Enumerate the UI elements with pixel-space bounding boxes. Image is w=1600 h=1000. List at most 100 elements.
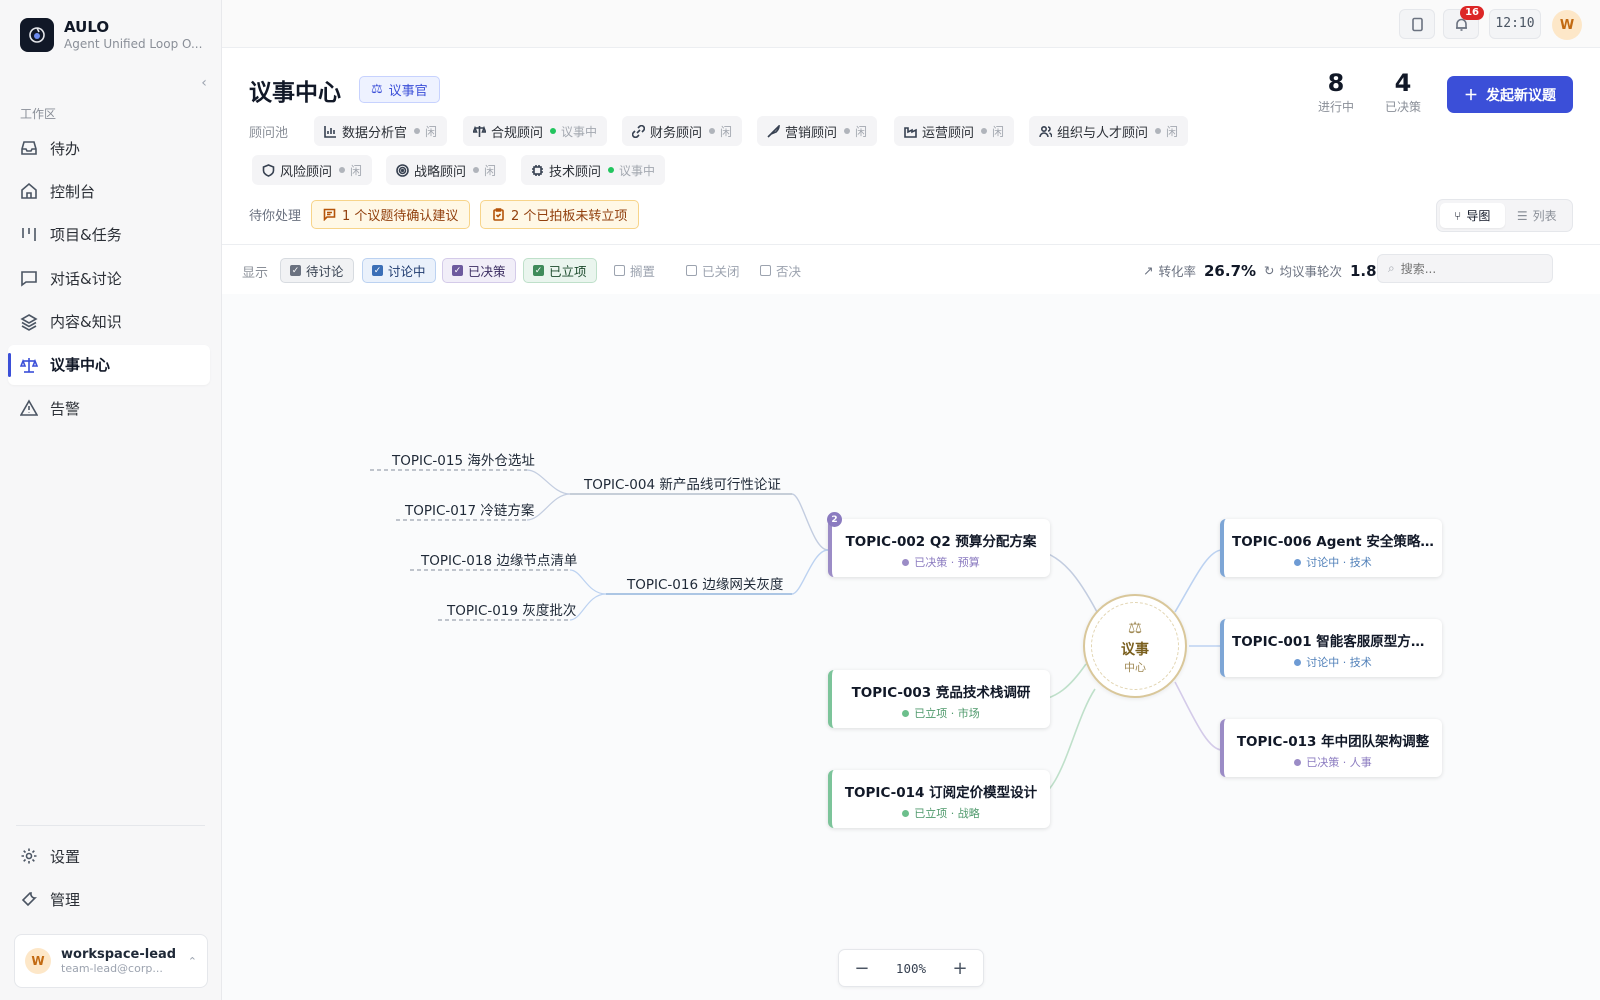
sidebar-item-admin[interactable]: 管理 [8, 879, 210, 919]
status-dot [1155, 128, 1162, 134]
advisor-state: 闲 [720, 124, 733, 139]
advisor-chip-data[interactable]: 数据分析官 闲 [314, 116, 448, 146]
card-meta: 已决策 · 人事 [1224, 754, 1442, 770]
sidebar-item-settings[interactable]: 设置 [8, 836, 210, 876]
sidebar-item-knowledge[interactable]: 内容&知识 [8, 302, 210, 342]
conversion-metric: ↗ 转化率 26.7% [1143, 261, 1256, 280]
view-list-button[interactable]: ☰ 列表 [1505, 203, 1570, 228]
role-chip[interactable]: ⚖ 议事官 [359, 76, 440, 103]
sidebar-item-console[interactable]: 控制台 [8, 171, 210, 211]
home-icon [21, 183, 37, 200]
stat-label: 已决策 [1385, 100, 1422, 114]
user-menu[interactable]: W workspace-lead team-lead@corp... ⌃ [14, 934, 208, 988]
topic-card-014[interactable]: TOPIC-014 订阅定价模型设计 已立项 · 战略 [828, 770, 1050, 828]
notifications-button[interactable]: 16 [1443, 6, 1484, 39]
advisor-state: 闲 [350, 163, 363, 178]
filter-chip-label: 搁置 [630, 264, 656, 279]
filter-shelved[interactable]: 搁置 [605, 258, 664, 283]
pending-confirm-chip[interactable]: 1 个议题待确认建议 [311, 200, 471, 229]
card-meta: 讨论中 · 技术 [1224, 654, 1442, 670]
role-chip-label: 议事官 [388, 84, 428, 99]
stat-in-progress: 8 进行中 [1318, 68, 1354, 115]
count-badge: 2 [827, 512, 842, 527]
advisor-chip-finance[interactable]: 财务顾问 闲 [622, 116, 743, 146]
zoom-in-button[interactable]: + [948, 958, 972, 979]
pending-item-label: 1 个议题待确认建议 [342, 209, 459, 224]
scale-icon: ⚖ [371, 82, 383, 97]
card-title: TOPIC-001 智能客服原型方案评估 [1232, 634, 1442, 650]
pending-label: 待你处理 [249, 209, 302, 224]
checkbox-checked-icon: ✓ [290, 265, 301, 276]
status-dot [1294, 758, 1302, 766]
filter-label: 显示 [242, 266, 269, 281]
avatar[interactable]: W [1552, 10, 1582, 40]
advisor-chip-risk[interactable]: 风险顾问 闲 [252, 155, 373, 185]
advisor-name: 技术顾问 [549, 164, 602, 180]
metric-label: 均议事轮次 [1279, 264, 1342, 279]
topic-card-001[interactable]: TOPIC-001 智能客服原型方案评估 讨论中 · 技术 [1220, 619, 1442, 677]
device-toggle-button[interactable] [1399, 9, 1435, 39]
view-map-button[interactable]: ⑂ 导图 [1440, 203, 1505, 228]
app-subtitle: Agent Unified Loop O... [64, 37, 203, 51]
checkbox-checked-icon: ✓ [452, 265, 463, 276]
rounds-metric: ↻ 均议事轮次 1.8 轮 [1264, 261, 1394, 280]
topic-card-002[interactable]: 2 TOPIC-002 Q2 预算分配方案 已决策 · 预算 [827, 512, 1050, 577]
mindmap-center-node[interactable]: ⚖ 议事 中心 [1083, 594, 1187, 698]
filter-closed[interactable]: 已关闭 [677, 258, 749, 283]
advisor-name: 组织与人才顾问 [1057, 125, 1149, 141]
status-dot [902, 558, 910, 566]
status-dot [709, 128, 716, 134]
advisor-chip-tech[interactable]: 技术顾问 议事中 [521, 155, 666, 185]
message-icon [323, 208, 336, 221]
sidebar-item-label: 议事中心 [50, 356, 111, 375]
advisor-chip-operations[interactable]: 运营顾问 闲 [894, 116, 1015, 146]
filter-chip-label: 已决策 [468, 264, 506, 279]
sidebar-item-chat[interactable]: 对话&讨论 [8, 258, 210, 298]
users-icon [1039, 125, 1052, 137]
leaf-topic-018[interactable]: TOPIC-018 边缘节点清单 [421, 549, 577, 569]
advisor-name: 运营顾问 [922, 125, 975, 141]
new-topic-button[interactable]: ＋ 发起新议题 [1447, 76, 1573, 113]
topic-card-003[interactable]: TOPIC-003 竞品技术栈调研 已立项 · 市场 [828, 670, 1050, 728]
sidebar-item-council[interactable]: 议事中心 [8, 344, 210, 385]
branch-topic-016[interactable]: TOPIC-016 边缘网关灰度 [627, 573, 783, 593]
leaf-topic-015[interactable]: TOPIC-015 海外仓选址 [392, 449, 535, 469]
pending-convert-chip[interactable]: 2 个已拍板未转立项 [480, 200, 640, 229]
sidebar-item-label: 控制台 [50, 182, 96, 201]
filter-rejected[interactable]: 否决 [751, 258, 810, 283]
advisor-chip-org[interactable]: 组织与人才顾问 闲 [1029, 116, 1189, 146]
clock: 12:10 [1489, 9, 1541, 39]
sidebar-item-todo[interactable]: 待办 [8, 128, 210, 168]
leaf-topic-019[interactable]: TOPIC-019 灰度批次 [447, 599, 576, 619]
scale-icon [473, 125, 486, 137]
topic-card-013[interactable]: TOPIC-013 年中团队架构调整 已决策 · 人事 [1220, 719, 1442, 777]
mindmap-canvas[interactable]: TOPIC-004 新产品线可行性论证 TOPIC-016 边缘网关灰度 TOP… [222, 294, 1600, 1000]
link-icon [632, 124, 645, 138]
target-icon [396, 163, 409, 177]
topic-card-006[interactable]: TOPIC-006 Agent 安全策略... 讨论中 · 技术 [1220, 519, 1442, 577]
leaf-topic-017[interactable]: TOPIC-017 冷链方案 [405, 499, 534, 519]
layers-icon [20, 313, 38, 331]
brand[interactable]: AULO Agent Unified Loop O... [20, 18, 204, 52]
filter-approved[interactable]: ✓ 已立项 [523, 258, 597, 283]
advisor-chip-compliance[interactable]: 合规顾问 议事中 [463, 116, 608, 146]
advisor-chip-marketing[interactable]: 营销顾问 闲 [757, 116, 878, 146]
branch-topic-004[interactable]: TOPIC-004 新产品线可行性论证 [584, 473, 781, 493]
sidebar: AULO Agent Unified Loop O... ‹ 工作区 待办 控制… [0, 0, 222, 1000]
zoom-out-button[interactable]: − [850, 958, 874, 979]
view-map-label: 导图 [1466, 209, 1491, 223]
collapse-sidebar-icon[interactable]: ‹ [196, 75, 212, 91]
filter-discussing[interactable]: ✓ 讨论中 [362, 258, 436, 283]
filter-pending[interactable]: ✓ 待讨论 [280, 258, 354, 283]
inbox-icon [21, 141, 37, 155]
filter-decided[interactable]: ✓ 已决策 [442, 258, 516, 283]
advisor-chip-strategy[interactable]: 战略顾问 闲 [386, 155, 507, 185]
search-input[interactable] [1400, 261, 1521, 276]
branch-icon: ⑂ [1454, 208, 1462, 223]
sidebar-item-alerts[interactable]: 告警 [8, 388, 210, 428]
sidebar-item-label: 项目&任务 [50, 226, 122, 245]
sidebar-item-projects[interactable]: 项目&任务 [8, 215, 210, 255]
zoom-control: − 100% + [838, 949, 984, 987]
checkbox-checked-icon: ✓ [533, 265, 544, 276]
card-title: TOPIC-002 Q2 预算分配方案 [845, 534, 1037, 550]
